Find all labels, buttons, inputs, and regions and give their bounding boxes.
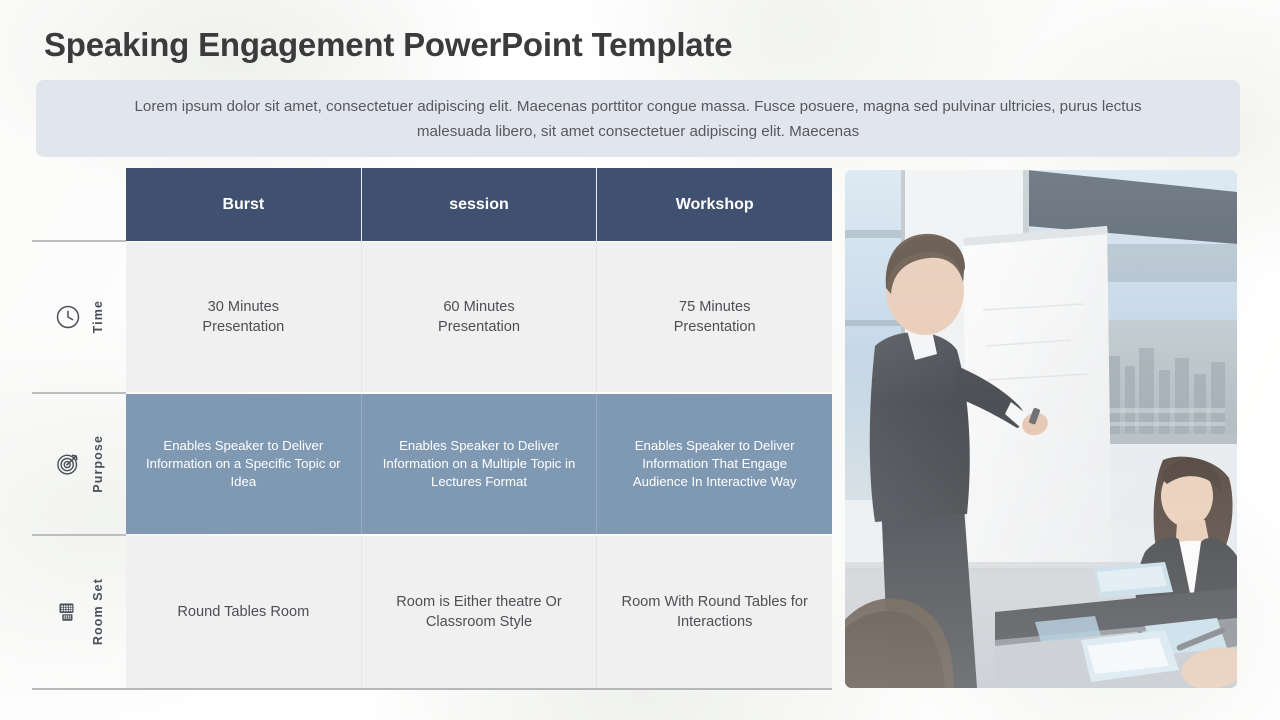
subtitle-banner: Lorem ipsum dolor sit amet, consectetuer… [36, 80, 1240, 157]
presentation-photo [845, 170, 1237, 688]
cell-text: 60 Minutes Presentation [438, 299, 520, 335]
cell-text: Room is Either theatre Or Classroom Styl… [396, 594, 562, 630]
row-label-room-set: Room Set [32, 536, 126, 688]
table-row-room-set: Room Set Round Tables Room Room is Eithe… [32, 536, 833, 688]
divider-line-bottom [32, 688, 832, 690]
cell-time-workshop: 75 Minutes Presentation [597, 242, 833, 392]
cell-time-burst: 30 Minutes Presentation [126, 242, 362, 392]
row-label-purpose: Purpose [32, 394, 126, 534]
cell-room-set-session: Room is Either theatre Or Classroom Styl… [361, 536, 598, 688]
cell-text: 30 Minutes Presentation [202, 299, 285, 335]
clock-icon [54, 303, 82, 331]
comparison-table: Burst session Workshop Time 30 Minutes P… [32, 168, 833, 690]
row-label-time-text: Time [90, 300, 105, 334]
cell-text: 75 Minutes Presentation [673, 299, 756, 335]
column-header-session[interactable]: session [361, 168, 598, 241]
cell-text: Enables Speaker to Deliver Information o… [145, 438, 341, 489]
cell-time-session: 60 Minutes Presentation [361, 242, 598, 392]
room-layout-icon [54, 598, 82, 626]
table-header-row: Burst session Workshop [32, 168, 833, 241]
row-label-purpose-text: Purpose [90, 435, 105, 493]
cell-text: Enables Speaker to Deliver Information T… [632, 438, 797, 489]
header-label-spacer [32, 168, 126, 241]
cell-text: Round Tables Room [177, 604, 310, 620]
page-title: Speaking Engagement PowerPoint Template [44, 26, 733, 63]
table-row-time: Time 30 Minutes Presentation 60 Minutes … [32, 242, 833, 392]
cell-room-set-burst: Round Tables Room [126, 536, 362, 688]
target-icon [54, 450, 82, 478]
cell-purpose-workshop: Enables Speaker to Deliver Information T… [597, 394, 833, 534]
cell-text: Enables Speaker to Deliver Information o… [382, 438, 576, 489]
cell-text: Room With Round Tables for Interactions [621, 594, 808, 630]
cell-purpose-session: Enables Speaker to Deliver Information o… [361, 394, 598, 534]
slide: Speaking Engagement PowerPoint Template … [0, 0, 1280, 720]
column-header-burst[interactable]: Burst [126, 168, 362, 241]
row-label-time: Time [32, 242, 126, 392]
row-label-room-set-text: Room Set [90, 578, 105, 646]
subtitle-text: Lorem ipsum dolor sit amet, consectetuer… [134, 97, 1142, 140]
column-header-workshop[interactable]: Workshop [597, 168, 833, 241]
table-row-purpose: Purpose Enables Speaker to Deliver Infor… [32, 394, 833, 534]
cell-room-set-workshop: Room With Round Tables for Interactions [597, 536, 833, 688]
photo-artwork [845, 170, 1237, 688]
cell-purpose-burst: Enables Speaker to Deliver Information o… [126, 394, 362, 534]
